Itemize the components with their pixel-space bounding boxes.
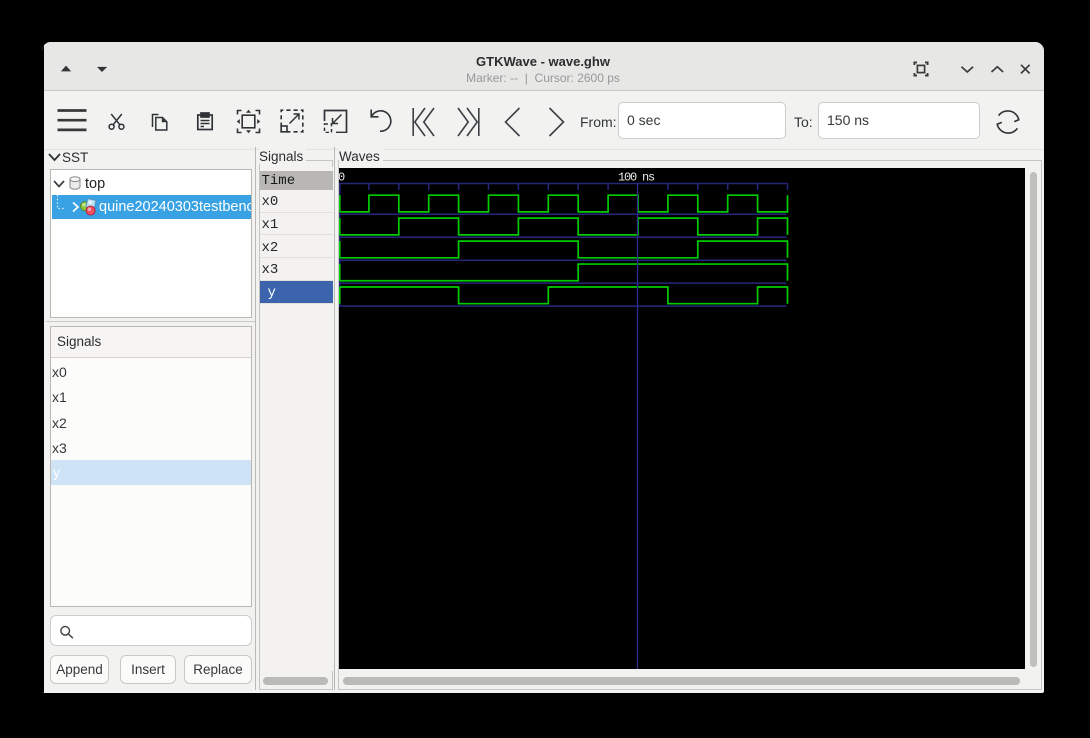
svg-text:100 ns: 100 ns	[618, 170, 655, 184]
